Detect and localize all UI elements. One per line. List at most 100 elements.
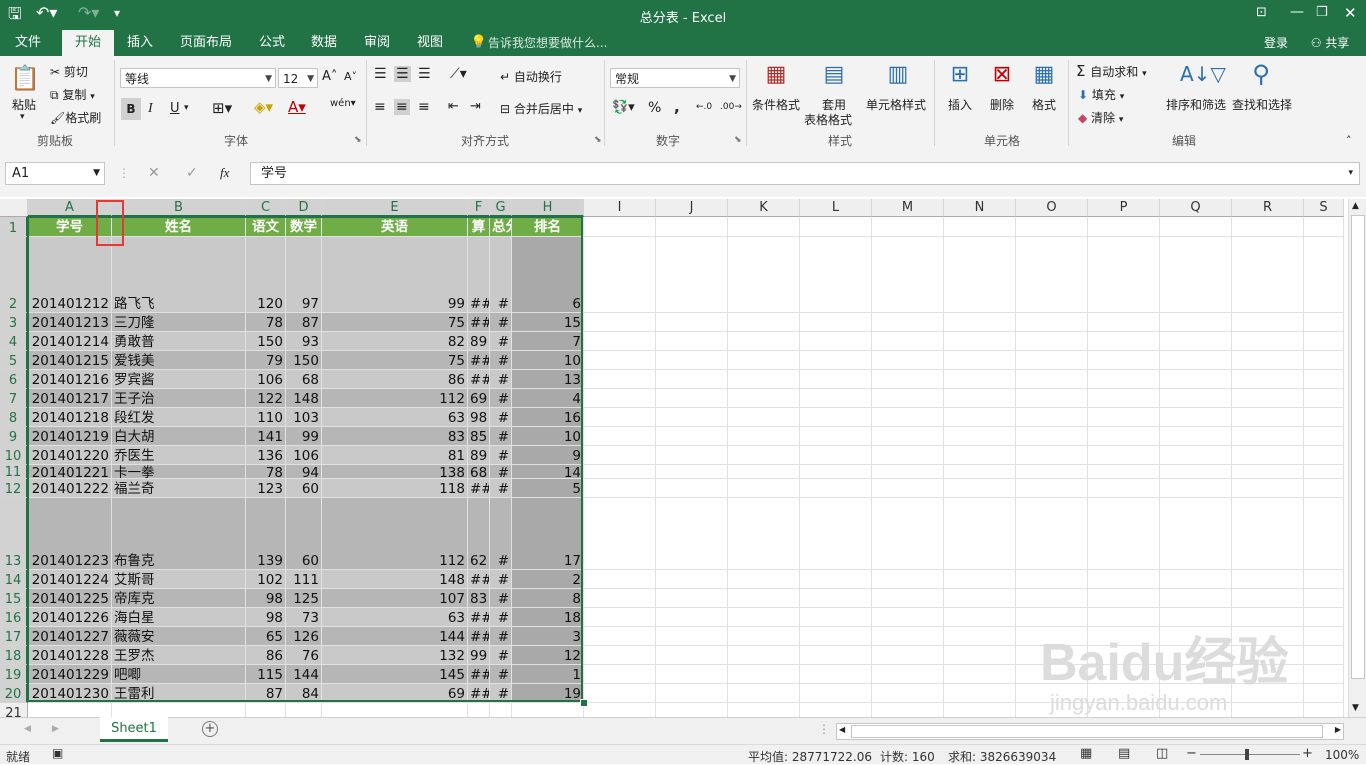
login-link[interactable]: 登录 [1256, 30, 1296, 56]
cell-value[interactable]: # [490, 351, 512, 370]
empty-cell[interactable] [872, 608, 944, 627]
empty-cell[interactable] [584, 589, 656, 608]
row-header[interactable]: 8 [0, 408, 28, 427]
cell-value[interactable]: # [490, 665, 512, 684]
tab-view[interactable]: 视图 [408, 30, 452, 56]
empty-cell[interactable] [1304, 313, 1344, 332]
empty-cell[interactable] [656, 465, 728, 479]
empty-cell[interactable] [944, 237, 1016, 313]
empty-cell[interactable] [1160, 217, 1232, 237]
empty-cell[interactable] [1232, 237, 1304, 313]
cell-styles-button[interactable]: 单元格样式 [866, 96, 926, 113]
cell-value[interactable]: 115 [246, 665, 286, 684]
zoom-out-icon[interactable]: − [1186, 746, 1197, 761]
cell-name[interactable]: 三刀隆 [112, 313, 246, 332]
empty-cell[interactable] [872, 665, 944, 684]
empty-cell[interactable] [656, 570, 728, 589]
scroll-up-icon[interactable]: ▲ [1352, 201, 1359, 211]
empty-cell[interactable] [584, 665, 656, 684]
select-all-corner[interactable] [0, 199, 28, 217]
cell-value[interactable]: 9 [512, 446, 584, 465]
align-top-icon[interactable]: ☰ [374, 66, 387, 82]
cell-value[interactable]: 73 [286, 608, 322, 627]
empty-cell[interactable] [872, 446, 944, 465]
cut-button[interactable]: ✂ 剪切 [50, 63, 88, 80]
horizontal-scrollbar[interactable]: ◀ ▶ [836, 723, 1344, 740]
empty-cell[interactable] [800, 684, 872, 703]
cell-student-id[interactable]: 201401225 [28, 589, 112, 608]
cell-value[interactable]: 75 [322, 351, 468, 370]
cell-student-id[interactable]: 201401227 [28, 627, 112, 646]
cell-value[interactable]: # [490, 646, 512, 665]
empty-cell[interactable] [1016, 389, 1088, 408]
empty-cell[interactable] [584, 389, 656, 408]
splitter-icon[interactable]: ⋮ [818, 722, 830, 736]
comma-button[interactable]: , [674, 98, 680, 116]
empty-cell[interactable] [800, 217, 872, 237]
cell-value[interactable]: 111 [286, 570, 322, 589]
row-header[interactable]: 19 [0, 665, 28, 684]
cell-name[interactable]: 吧唧 [112, 665, 246, 684]
delete-cells-icon[interactable]: ⊠ [988, 62, 1016, 87]
tab-file[interactable]: 文件 [4, 30, 52, 56]
empty-cell[interactable] [728, 370, 800, 389]
insert-cells-button[interactable]: 插入 [948, 96, 972, 113]
column-header-d[interactable]: D [286, 199, 322, 217]
cell-value[interactable]: 125 [286, 589, 322, 608]
empty-cell[interactable] [286, 703, 322, 717]
orientation-icon[interactable]: ⟋▾ [450, 66, 467, 82]
scroll-left-icon[interactable]: ◀ [839, 725, 845, 734]
cell-student-id[interactable]: 201401213 [28, 313, 112, 332]
empty-cell[interactable] [1232, 703, 1304, 717]
cell-student-id[interactable]: 201401220 [28, 446, 112, 465]
empty-cell[interactable] [944, 465, 1016, 479]
cell-value[interactable]: 87 [246, 684, 286, 703]
empty-cell[interactable] [584, 427, 656, 446]
cell-value[interactable]: 99 [468, 646, 490, 665]
empty-cell[interactable] [728, 237, 800, 313]
empty-cell[interactable] [1016, 427, 1088, 446]
empty-cell[interactable] [584, 217, 656, 237]
empty-cell[interactable] [584, 684, 656, 703]
header-cell[interactable]: 英语 [322, 217, 468, 237]
cell-value[interactable]: 76 [286, 646, 322, 665]
empty-cell[interactable] [656, 589, 728, 608]
column-header-p[interactable]: P [1088, 199, 1160, 217]
column-header-f[interactable]: F [468, 199, 490, 217]
cell-value[interactable]: 3 [512, 627, 584, 646]
underline-button[interactable]: U [170, 101, 180, 116]
row-header[interactable]: 13 [0, 498, 28, 570]
paste-dropdown-icon[interactable]: ▾ [20, 112, 25, 122]
conditional-format-button[interactable]: 条件格式 [752, 96, 800, 113]
empty-cell[interactable] [584, 237, 656, 313]
empty-cell[interactable] [944, 665, 1016, 684]
cell-value[interactable]: 86 [246, 646, 286, 665]
cell-student-id[interactable]: 201401224 [28, 570, 112, 589]
cell-value[interactable]: 10 [512, 427, 584, 446]
empty-cell[interactable] [944, 608, 1016, 627]
empty-cell[interactable] [800, 389, 872, 408]
cell-value[interactable]: 12 [512, 646, 584, 665]
empty-cell[interactable] [1160, 237, 1232, 313]
empty-cell[interactable] [944, 570, 1016, 589]
empty-cell[interactable] [1088, 237, 1160, 313]
empty-cell[interactable] [800, 479, 872, 498]
align-left-icon[interactable]: ≡ [374, 99, 386, 115]
empty-cell[interactable] [944, 351, 1016, 370]
empty-cell[interactable] [1304, 370, 1344, 389]
empty-cell[interactable] [512, 703, 584, 717]
empty-cell[interactable] [1160, 465, 1232, 479]
header-cell[interactable]: 学号 [28, 217, 112, 237]
empty-cell[interactable] [1088, 589, 1160, 608]
empty-cell[interactable] [872, 427, 944, 446]
cell-value[interactable]: ## [468, 608, 490, 627]
cell-value[interactable]: 89 [468, 446, 490, 465]
cell-value[interactable]: 75 [322, 313, 468, 332]
formula-input[interactable]: 学号 ▾ [250, 162, 1360, 185]
empty-cell[interactable] [872, 389, 944, 408]
row-header[interactable]: 7 [0, 389, 28, 408]
empty-cell[interactable] [872, 479, 944, 498]
empty-cell[interactable] [872, 351, 944, 370]
cell-value[interactable]: 13 [512, 370, 584, 389]
number-format-combo[interactable]: 常规 ▼ [610, 68, 740, 88]
